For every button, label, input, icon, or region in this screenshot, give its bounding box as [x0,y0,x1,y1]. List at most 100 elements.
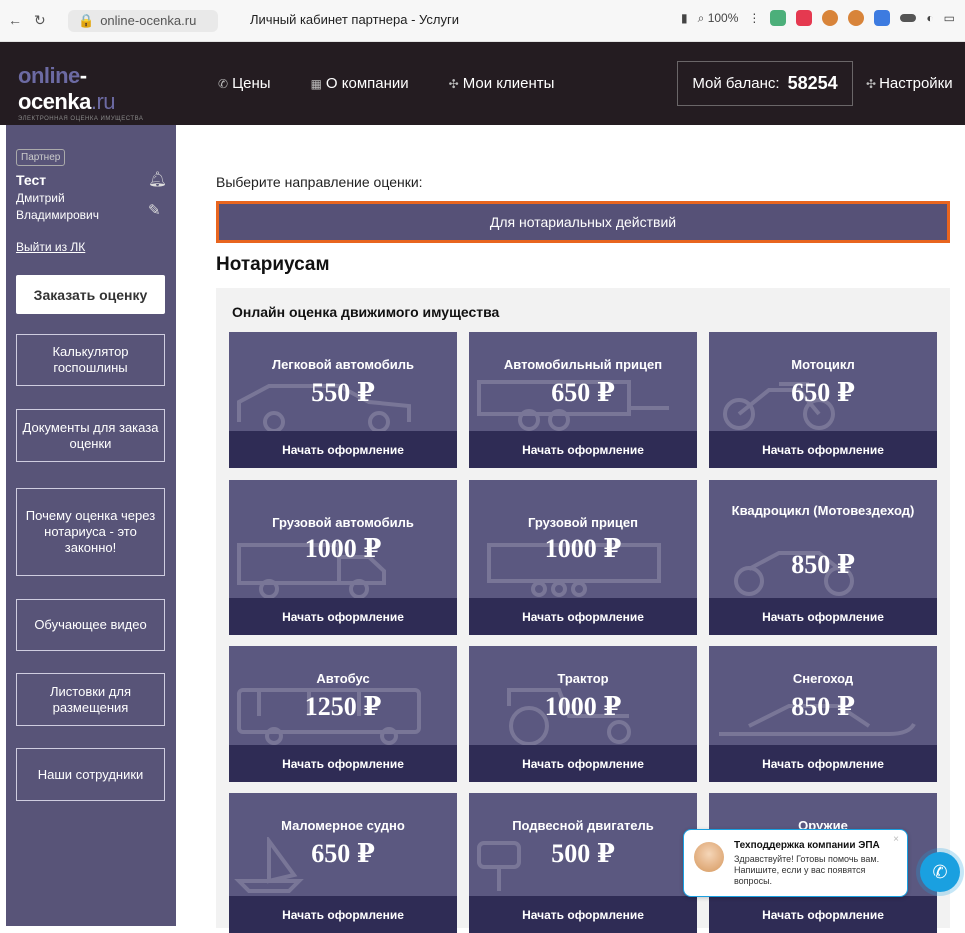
phone-icon: ✆ [932,861,948,882]
service-price: 850 ₽ [791,692,855,721]
address-text: online-ocenka.ru [100,13,197,28]
extension-icon[interactable] [770,10,787,26]
sidebar-item-fee-calculator[interactable]: Калькулятор госпошлины [16,334,165,386]
sidebar-item-documents[interactable]: Документы для заказа оценки [16,409,165,462]
start-order-button[interactable]: Начать оформление [469,745,697,782]
service-price: 1000 ₽ [304,534,382,563]
service-name: Грузовой автомобиль [272,515,414,530]
start-order-button[interactable]: Начать оформление [229,745,457,782]
reload-icon[interactable]: ↻ [34,12,46,29]
service-name: Мотоцикл [791,357,855,372]
media-icon[interactable]: ◐ [926,11,933,25]
sidebar: Партнер Тест Дмитрий Владимирович 🔔︎ ✎ В… [6,125,176,926]
main-content: Выберите направление оценки: Для нотариа… [176,125,965,933]
service-price: 650 ₽ [791,378,855,407]
extension-icon[interactable] [796,10,813,26]
service-card[interactable]: Квадроцикл (Мотовездеход) 850 ₽ Начать о… [709,480,937,635]
sidebar-toggle-icon[interactable]: ▭ [944,11,955,25]
sidebar-item-flyers[interactable]: Листовки для размещения [16,673,165,726]
service-price: 1250 ₽ [304,692,382,721]
browser-actions: ▮ ⌕ 100% ⋮ ◐ ▭ [681,10,955,26]
settings-label: Настройки [879,75,953,92]
panel-title: Онлайн оценка движимого имущества [232,304,500,320]
service-card[interactable]: Грузовой прицеп 1000 ₽ Начать оформление [469,480,697,635]
service-card[interactable]: Снегоход 850 ₽ Начать оформление [709,646,937,782]
service-price: 550 ₽ [311,378,375,407]
balance-value: 58254 [787,73,838,93]
zoom-indicator[interactable]: ⌕ 100% [698,11,739,26]
extension-icon[interactable] [874,10,891,26]
gear-icon: ✣ [866,77,877,91]
extension-icon[interactable] [900,14,917,22]
choose-direction-label: Выберите направление оценки: [216,174,423,190]
logo-text: online-ocenka.ru [18,63,168,115]
menu-item-prices[interactable]: ✆ Цены [218,75,271,92]
extension-icon[interactable] [822,10,839,26]
start-order-button[interactable]: Начать оформление [229,896,457,933]
balance-box[interactable]: Мой баланс: 58254 [677,61,853,106]
browser-toolbar: ← ↻ 🔒 online-ocenka.ru Личный кабинет па… [0,0,965,42]
bell-icon[interactable]: 🔔︎ [148,170,167,188]
service-card[interactable]: Маломерное судно 650 ₽ Начать оформление [229,793,457,933]
service-name: Легковой автомобиль [271,357,415,372]
start-order-button[interactable]: Начать оформление [469,431,697,468]
sidebar-item-staff[interactable]: Наши сотрудники [16,748,165,801]
avatar [694,842,724,872]
menu-item-about[interactable]: ▦ О компании [311,75,409,92]
logo-tagline: ЭЛЕКТРОННАЯ ОЦЕНКА ИМУЩЕСТВА [18,115,144,122]
start-order-button[interactable]: Начать оформление [469,598,697,635]
extension-icon[interactable] [848,10,865,26]
service-name: Маломерное судно [281,818,405,833]
site-header: online-ocenka.ru ЭЛЕКТРОННАЯ ОЦЕНКА ИМУЩ… [0,42,965,125]
support-chat-popup[interactable]: Техподдержка компании ЭПА Здравствуйте! … [683,829,908,897]
start-order-button[interactable]: Начать оформление [709,745,937,782]
service-card[interactable]: Мотоцикл 650 ₽ Начать оформление [709,332,937,468]
site-logo[interactable]: online-ocenka.ru ЭЛЕКТРОННАЯ ОЦЕНКА ИМУЩ… [18,63,168,122]
service-price: 1000 ₽ [544,692,622,721]
edit-icon[interactable]: ✎ [148,201,161,219]
service-card[interactable]: Грузовой автомобиль 1000 ₽ Начать оформл… [229,480,457,635]
address-bar[interactable]: 🔒 online-ocenka.ru [68,9,218,32]
direction-notary-button[interactable]: Для нотариальных действий [216,201,950,243]
service-card[interactable]: Легковой автомобиль 550 ₽ Начать оформле… [229,332,457,468]
service-price: 500 ₽ [551,839,615,868]
menu-item-label: Цены [232,75,271,92]
user-full-name: Дмитрий Владимирович [16,191,100,222]
service-price: 650 ₽ [551,378,615,407]
service-price: 850 ₽ [791,550,855,579]
logo-part-ru: .ru [90,88,116,114]
service-card[interactable]: Автобус 1250 ₽ Начать оформление [229,646,457,782]
service-price: 1000 ₽ [544,534,622,563]
order-appraisal-button[interactable]: Заказать оценку [16,275,165,314]
zoom-value: 100% [707,10,739,25]
start-order-button[interactable]: Начать оформление [469,896,697,933]
start-order-button[interactable]: Начать оформление [709,598,937,635]
start-order-button[interactable]: Начать оформление [709,896,937,933]
service-name: Автомобильный прицеп [503,357,663,372]
logout-link[interactable]: Выйти из ЛК [16,240,85,254]
service-name: Снегоход [792,671,854,686]
people-icon: ✣ [448,77,459,91]
balance-label: Мой баланс: [692,75,780,92]
menu-item-label: Мои клиенты [462,75,555,92]
sidebar-item-why-legal[interactable]: Почему оценка через нотариуса - это зако… [16,488,165,576]
start-order-button[interactable]: Начать оформление [229,598,457,635]
service-card[interactable]: Автомобильный прицеп 650 ₽ Начать оформл… [469,332,697,468]
call-button[interactable]: ✆ [920,852,960,892]
building-icon: ▦ [310,77,322,91]
sidebar-item-training-video[interactable]: Обучающее видео [16,599,165,651]
menu-item-clients[interactable]: ✣ Мои клиенты [449,75,555,92]
start-order-button[interactable]: Начать оформление [229,431,457,468]
service-card[interactable]: Трактор 1000 ₽ Начать оформление [469,646,697,782]
start-order-button[interactable]: Начать оформление [709,431,937,468]
more-icon[interactable]: ⋮ [748,11,760,25]
settings-link[interactable]: ✣ Настройки [866,75,953,92]
bookmark-icon[interactable]: ▮ [681,11,688,25]
service-price: 650 ₽ [311,839,375,868]
back-icon[interactable]: ← [8,12,22,29]
close-icon[interactable]: × [893,834,899,845]
tag-icon: ✆ [218,77,229,91]
service-card[interactable]: Подвесной двигатель 500 ₽ Начать оформле… [469,793,697,933]
page-tab-title: Личный кабинет партнера - Услуги [250,12,459,27]
service-name: Грузовой прицеп [527,515,638,530]
